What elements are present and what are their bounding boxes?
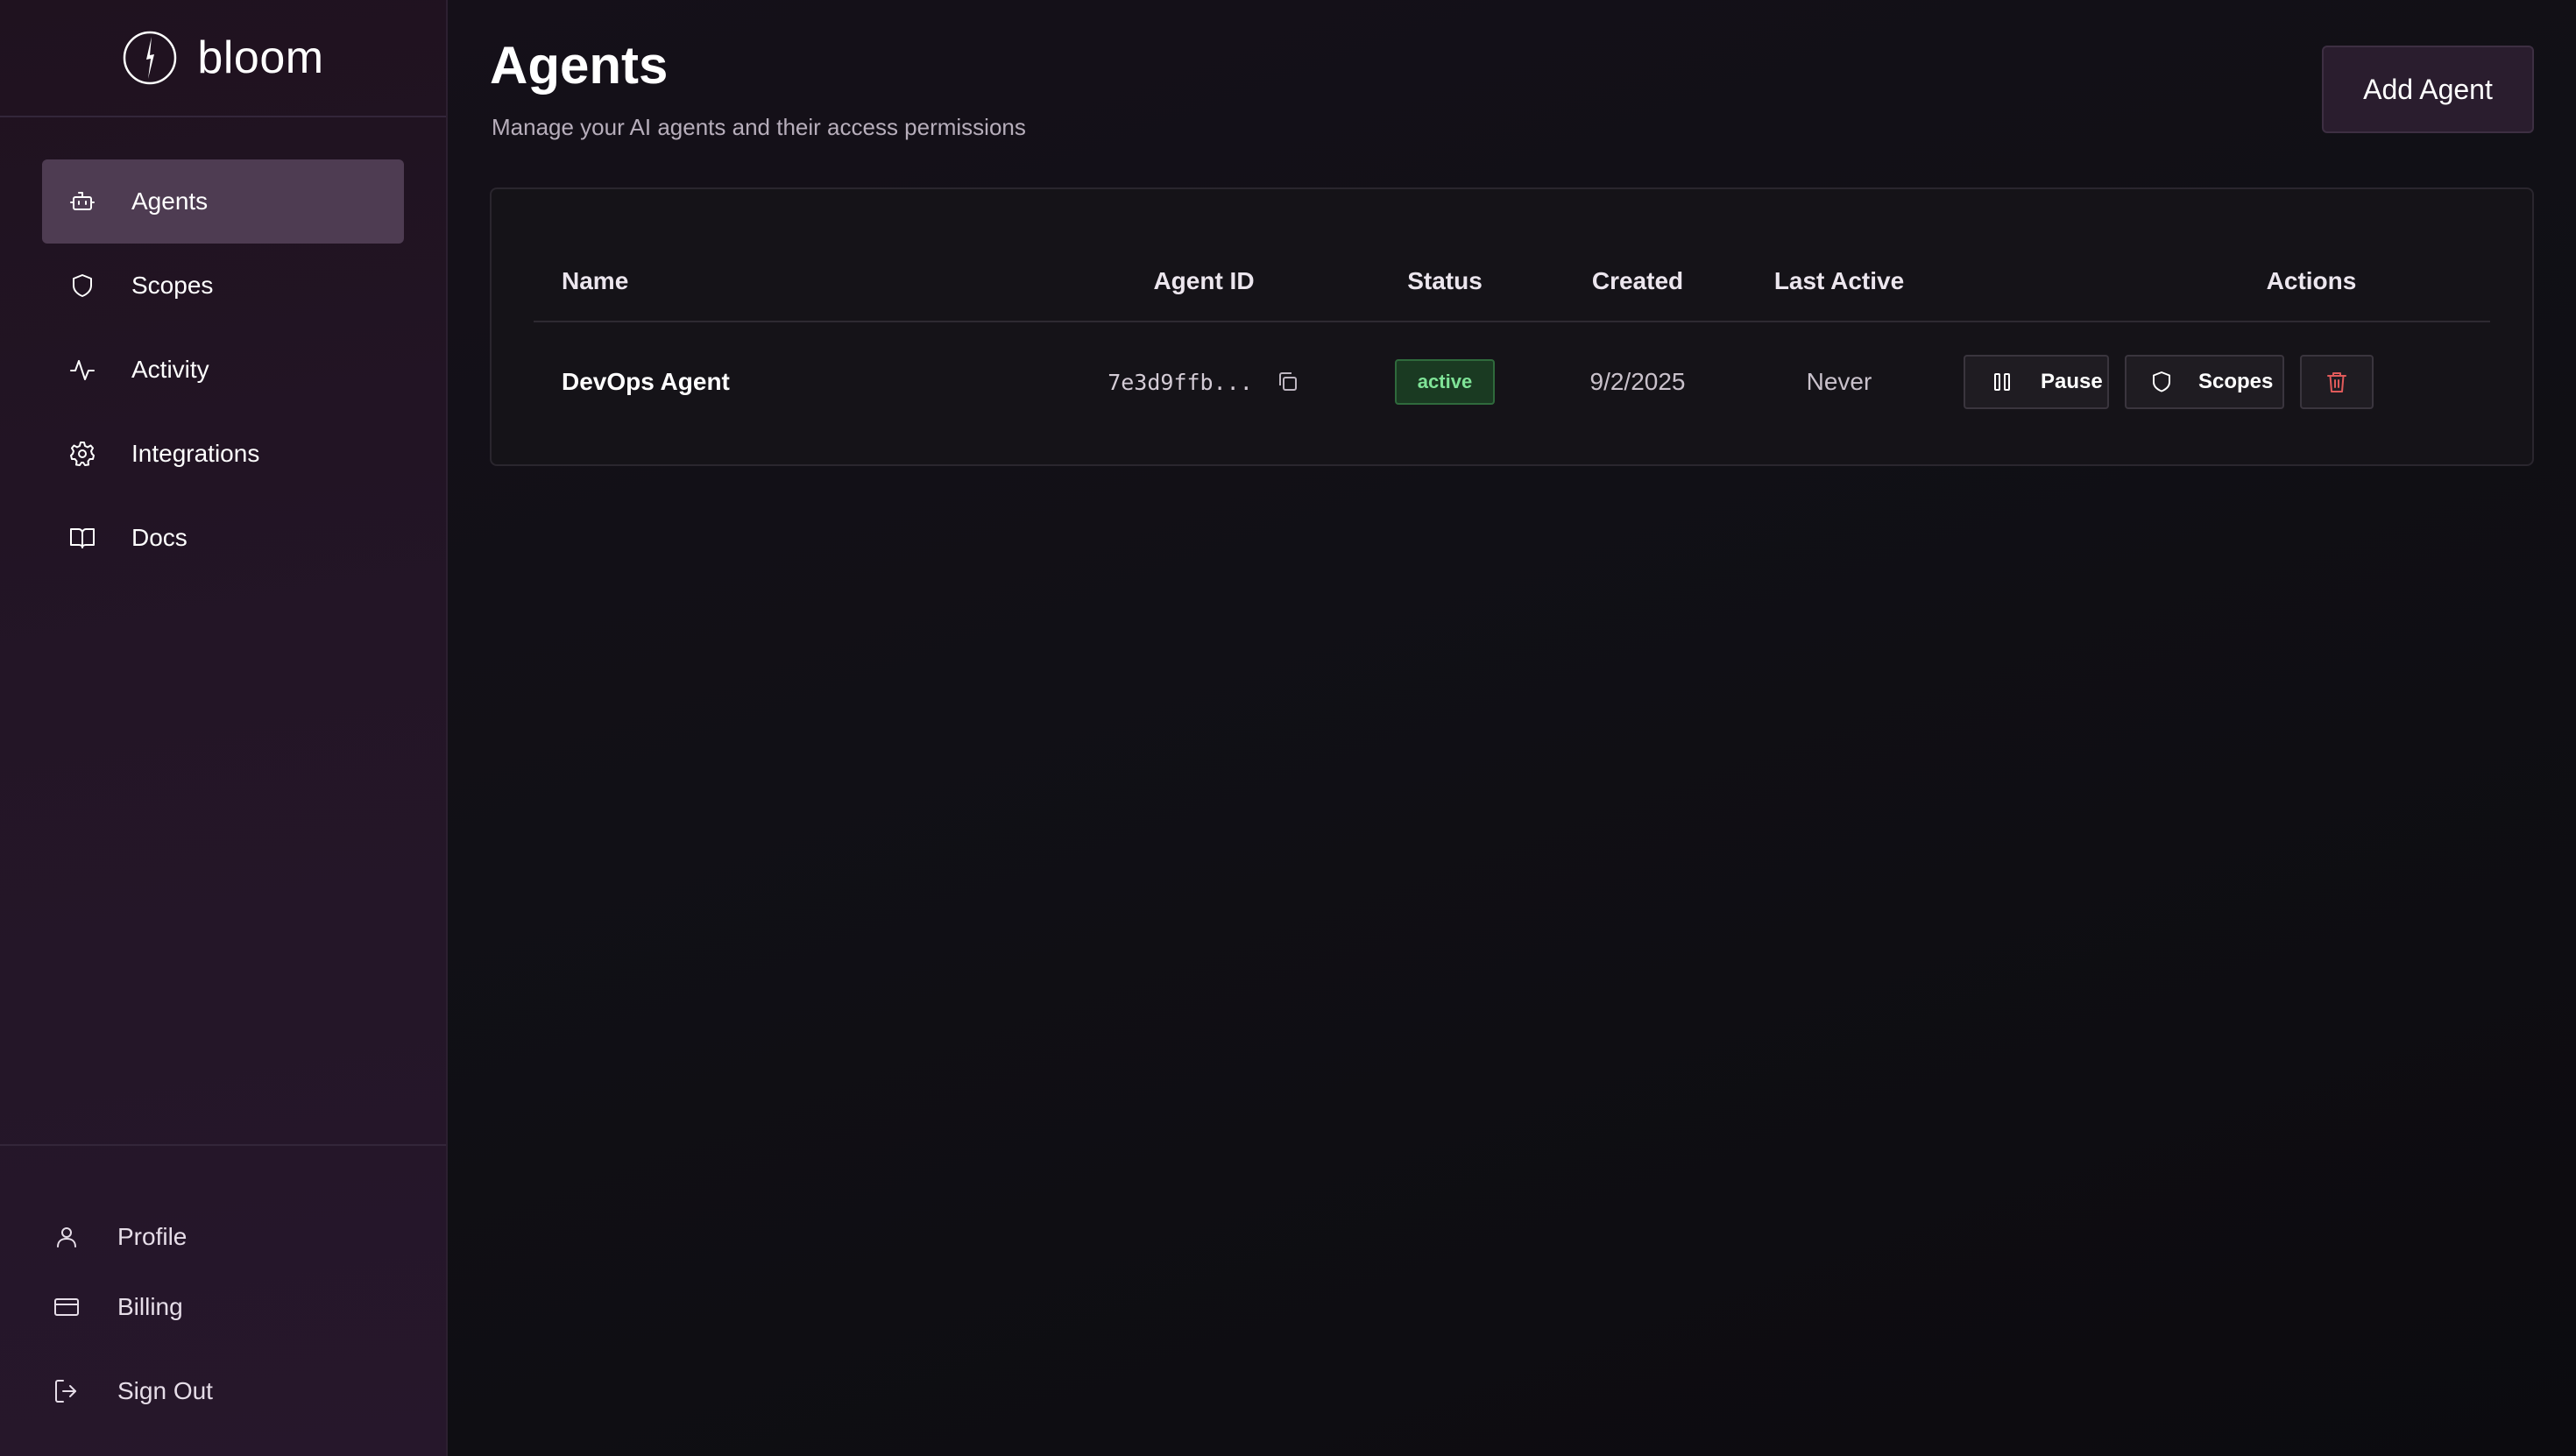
column-header-created[interactable]: Created xyxy=(1532,242,1743,321)
copy-id-button[interactable] xyxy=(1276,370,1300,394)
gear-icon xyxy=(70,442,95,466)
sidebar-item-label: Agents xyxy=(131,187,209,215)
delete-button[interactable] xyxy=(2300,355,2374,409)
sidebar-item-label: Billing xyxy=(117,1293,183,1320)
pause-button[interactable]: Pause xyxy=(1964,355,2109,409)
shield-icon xyxy=(73,274,92,297)
activity-icon xyxy=(70,360,95,380)
pause-icon xyxy=(1994,373,2010,391)
column-header-last-active[interactable]: Last Active xyxy=(1734,242,1944,321)
trash-icon xyxy=(2327,372,2346,392)
brand-name: bloom xyxy=(197,32,324,83)
page-title: Agents xyxy=(490,36,669,95)
sidebar-item-label: Scopes xyxy=(131,272,214,299)
page-subtitle: Manage your AI agents and their access p… xyxy=(492,114,1026,140)
credit-card-icon xyxy=(54,1298,79,1316)
main-content: Agents Manage your AI agents and their a… xyxy=(448,0,2576,1456)
sidebar-item-label: Profile xyxy=(117,1223,188,1250)
status-badge: active xyxy=(1394,359,1496,405)
sidebar-item-label: Docs xyxy=(131,524,188,551)
status-cell: active xyxy=(1340,322,1550,442)
sign-out-icon xyxy=(55,1380,76,1403)
agent-id: 7e3d9ffb... xyxy=(1108,369,1253,395)
add-agent-button[interactable]: Add Agent xyxy=(2322,46,2534,133)
sidebar-item-integrations[interactable]: Integrations xyxy=(42,412,404,496)
column-header-agent-id[interactable]: Agent ID xyxy=(1024,242,1384,321)
agent-id-cell: 7e3d9ffb... xyxy=(1024,322,1384,442)
column-header-name[interactable]: Name xyxy=(562,242,628,321)
pause-label: Pause xyxy=(2041,370,2103,393)
scopes-label: Scopes xyxy=(2198,370,2274,393)
sidebar-item-activity[interactable]: Activity xyxy=(42,328,404,412)
created-date: 9/2/2025 xyxy=(1589,368,1686,395)
sidebar-item-docs[interactable]: Docs xyxy=(42,496,404,580)
shield-icon xyxy=(2153,371,2170,392)
compass-logo-icon xyxy=(124,31,177,85)
sidebar-item-label: Integrations xyxy=(131,440,260,467)
copy-icon xyxy=(1278,372,1297,391)
last-active: Never xyxy=(1806,368,1872,395)
sidebar-item-profile[interactable]: Profile xyxy=(53,1202,404,1272)
bot-icon xyxy=(70,192,95,210)
row-actions: Pause Scopes xyxy=(1964,322,2374,442)
column-header-actions: Actions xyxy=(2266,267,2357,294)
app: bloom Agents Scopes Activity Integration… xyxy=(0,0,2576,1456)
sidebar-item-label: Activity xyxy=(131,356,209,383)
sign-out-button[interactable]: Sign Out xyxy=(53,1356,404,1426)
sidebar-footer: Profile Billing Sign Out xyxy=(0,1144,446,1456)
brand[interactable]: bloom xyxy=(0,0,446,117)
scopes-button[interactable]: Scopes xyxy=(2125,355,2284,409)
sidebar-item-agents[interactable]: Agents xyxy=(42,159,404,244)
sidebar-nav: Agents Scopes Activity Integrations Docs xyxy=(0,117,446,580)
sidebar: bloom Agents Scopes Activity Integration… xyxy=(0,0,448,1456)
user-icon xyxy=(57,1227,76,1247)
column-header-status[interactable]: Status xyxy=(1340,242,1550,321)
sidebar-item-label: Sign Out xyxy=(117,1377,213,1404)
sidebar-item-billing[interactable]: Billing xyxy=(53,1272,404,1342)
book-icon xyxy=(70,528,95,548)
table-row: DevOps Agent 7e3d9ffb... active 9/2/2025… xyxy=(534,322,2490,442)
table-header: Name Agent ID Status Created Last Active… xyxy=(534,242,2490,322)
agent-name[interactable]: DevOps Agent xyxy=(562,322,730,442)
agents-table-card: Name Agent ID Status Created Last Active… xyxy=(490,187,2534,466)
sidebar-item-scopes[interactable]: Scopes xyxy=(42,244,404,328)
